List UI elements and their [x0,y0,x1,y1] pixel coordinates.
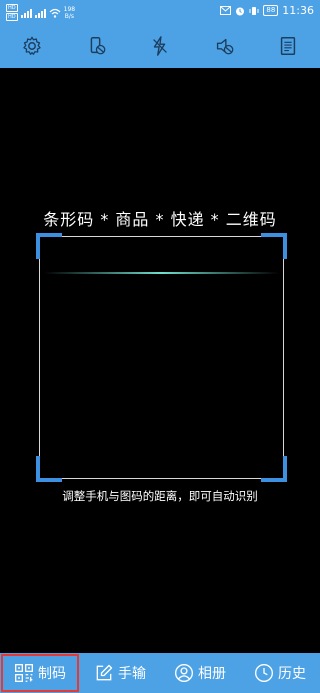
network-speed: 198 B/s [64,6,75,20]
tab-manual-input[interactable]: 手输 [80,653,160,693]
scan-line [44,272,279,274]
document-button[interactable] [272,30,304,62]
clock-time: 11:36 [282,4,314,17]
status-bar: HD HD 198 B/s 88 11:36 [0,0,320,24]
tab-generate-code[interactable]: 制码 [0,653,80,693]
tab-label: 手输 [118,666,146,682]
tab-label: 历史 [278,666,306,682]
tab-label: 相册 [198,666,226,682]
tab-label: 制码 [38,666,66,682]
document-icon [280,37,296,55]
scan-hint: 调整手机与图码的距离，即可自动识别 [62,489,258,503]
clock-icon [255,664,273,682]
tab-album[interactable]: 相册 [160,653,240,693]
signal-icon [20,8,32,18]
alarm-icon [236,7,245,15]
tab-history[interactable]: 历史 [240,653,320,693]
phone-vibrate-icon [90,37,106,55]
sim1-badge: HD [6,4,18,12]
qr-code-icon [15,664,33,682]
sound-toggle-button[interactable] [208,30,240,62]
bottom-tab-bar: 制码 手输 相册 历史 [0,653,320,693]
vibrate-icon [249,6,259,15]
frame-corner-bottom-right [261,456,287,482]
camera-viewfinder[interactable]: 条形码 * 商品 * 快递 * 二维码 调整手机与图码的距离，即可自动识别 [0,68,320,653]
wifi-icon [49,8,61,18]
speed-unit: B/s [64,12,74,20]
scan-frame [36,233,287,482]
frame-corner-top-right [261,233,287,259]
settings-button[interactable] [16,30,48,62]
battery-icon: 88 [263,5,279,16]
top-toolbar [0,24,320,68]
scan-types-title: 条形码 * 商品 * 快递 * 二维码 [43,210,277,229]
mail-icon [220,6,232,15]
edit-icon [96,664,113,681]
sound-off-icon [216,38,234,55]
user-circle-icon [175,664,193,682]
gear-icon [23,36,41,55]
flash-toggle-button[interactable] [144,30,176,62]
vibrate-toggle-button[interactable] [80,30,112,62]
signal-icon [34,8,46,18]
frame-corner-bottom-left [36,456,62,482]
speed-value: 198 [63,5,76,13]
frame-corner-top-left [36,233,62,259]
sim-indicators: HD HD [6,4,18,21]
sim2-badge: HD [6,13,18,21]
flash-off-icon [153,36,167,56]
